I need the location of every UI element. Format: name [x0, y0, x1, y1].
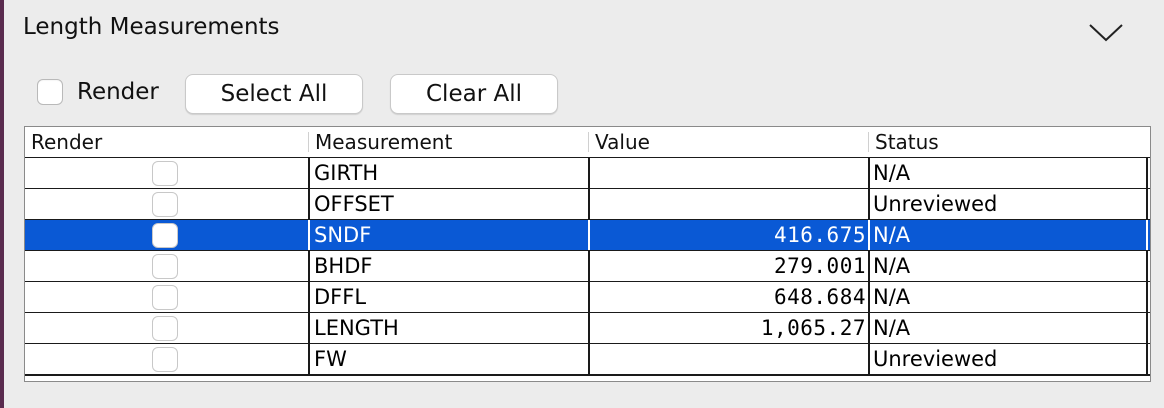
- value-cell[interactable]: 1,065.27: [588, 313, 868, 343]
- measurements-table: Render Measurement Value Status GIRTH N/…: [24, 126, 1151, 382]
- toolbar: Render Select All Clear All: [4, 70, 1164, 114]
- status-cell: N/A: [868, 282, 1148, 312]
- row-render-checkbox[interactable]: [152, 223, 178, 248]
- render-cell: [25, 313, 308, 343]
- render-cell: [25, 344, 308, 374]
- panel-title: Length Measurements: [23, 14, 280, 40]
- value-cell[interactable]: 416.675: [588, 220, 868, 250]
- row-render-checkbox[interactable]: [152, 192, 178, 217]
- chevron-down-icon: [1089, 24, 1123, 42]
- measurement-cell: GIRTH: [308, 158, 588, 188]
- row-render-checkbox[interactable]: [152, 347, 178, 372]
- table-row[interactable]: OFFSET Unreviewed: [25, 188, 1150, 219]
- row-render-checkbox[interactable]: [152, 161, 178, 186]
- table-row[interactable]: GIRTH N/A: [25, 157, 1150, 188]
- table-row[interactable]: BHDF 279.001 N/A: [25, 250, 1150, 281]
- row-render-checkbox[interactable]: [152, 285, 178, 310]
- status-cell: N/A: [868, 251, 1148, 281]
- column-header-render[interactable]: Render: [25, 127, 308, 157]
- select-all-button[interactable]: Select All: [185, 74, 363, 114]
- render-cell: [25, 282, 308, 312]
- render-all-checkbox-box[interactable]: [37, 79, 63, 105]
- measurement-cell: BHDF: [308, 251, 588, 281]
- clear-all-button[interactable]: Clear All: [390, 74, 558, 114]
- render-all-label: Render: [77, 79, 159, 105]
- render-cell: [25, 158, 308, 188]
- column-header-measurement[interactable]: Measurement: [309, 127, 589, 157]
- status-cell: N/A: [868, 158, 1148, 188]
- measurement-cell: LENGTH: [308, 313, 588, 343]
- row-render-checkbox[interactable]: [152, 254, 178, 279]
- row-render-checkbox[interactable]: [152, 316, 178, 341]
- render-all-checkbox[interactable]: Render: [37, 76, 159, 108]
- status-cell: Unreviewed: [868, 189, 1148, 219]
- status-cell: N/A: [868, 220, 1148, 250]
- status-cell: N/A: [868, 313, 1148, 343]
- measurement-cell: OFFSET: [308, 189, 588, 219]
- value-cell[interactable]: [588, 344, 868, 374]
- render-cell: [25, 220, 308, 250]
- table-row[interactable]: DFFL 648.684 N/A: [25, 281, 1150, 312]
- collapse-toggle[interactable]: [1084, 16, 1128, 48]
- table-row-selected[interactable]: SNDF 416.675 N/A: [25, 219, 1150, 250]
- table-header: Render Measurement Value Status: [25, 127, 1150, 158]
- column-header-status[interactable]: Status: [869, 127, 1149, 157]
- value-cell[interactable]: 648.684: [588, 282, 868, 312]
- table-row[interactable]: FW Unreviewed: [25, 343, 1150, 376]
- render-cell: [25, 189, 308, 219]
- measurement-cell: FW: [308, 344, 588, 374]
- status-cell: Unreviewed: [868, 344, 1148, 374]
- value-cell[interactable]: [588, 158, 868, 188]
- measurement-cell: DFFL: [308, 282, 588, 312]
- length-measurements-panel: Length Measurements Render Select All Cl…: [4, 0, 1164, 408]
- value-cell[interactable]: 279.001: [588, 251, 868, 281]
- render-cell: [25, 251, 308, 281]
- table-row[interactable]: LENGTH 1,065.27 N/A: [25, 312, 1150, 343]
- measurement-cell: SNDF: [308, 220, 588, 250]
- column-header-value[interactable]: Value: [589, 127, 869, 157]
- value-cell[interactable]: [588, 189, 868, 219]
